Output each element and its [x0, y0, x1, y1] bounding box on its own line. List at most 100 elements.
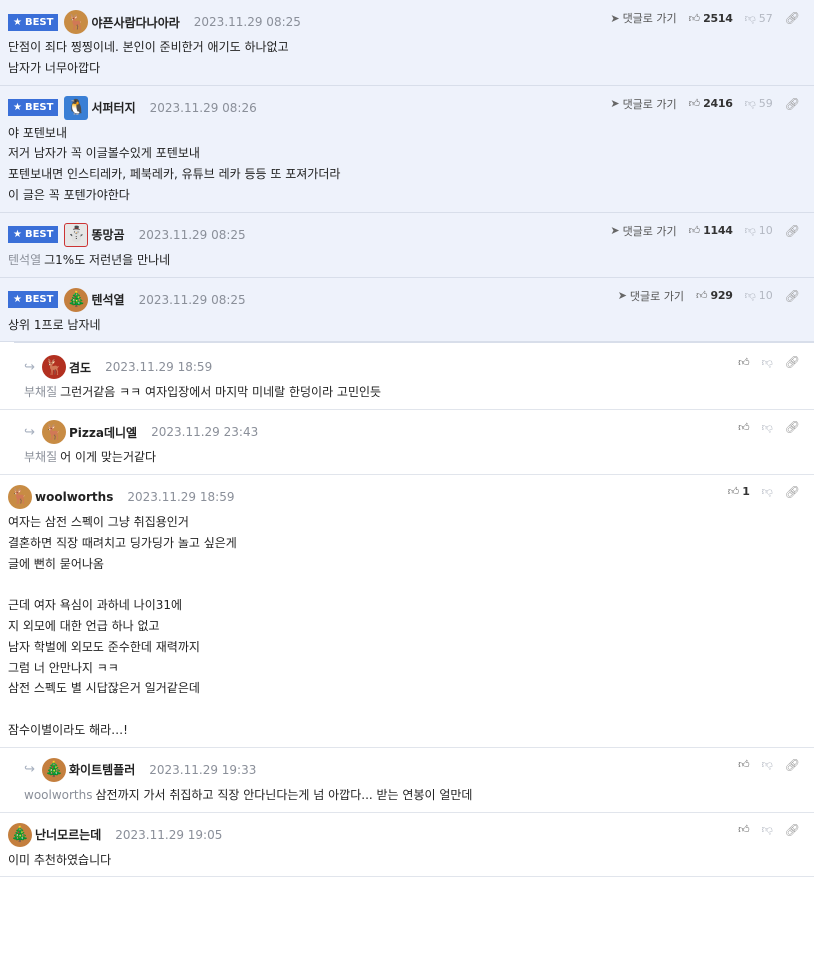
copy-link-button[interactable]: 🔗︎	[785, 823, 800, 837]
dislike-button[interactable]: 👎︎ 10	[745, 289, 773, 302]
like-button[interactable]: 👍︎ 1144	[689, 224, 733, 237]
like-button[interactable]: 👍︎	[738, 421, 750, 434]
mention[interactable]: woolworths	[24, 788, 92, 802]
copy-link-button[interactable]: 🔗︎	[785, 355, 800, 369]
avatar[interactable]: 🦌	[64, 10, 89, 34]
copy-link-button[interactable]: 🔗︎	[785, 420, 800, 434]
dislike-button[interactable]: 👎︎	[762, 823, 773, 836]
dislike-button[interactable]: 👎︎ 57	[745, 12, 773, 25]
comment-actions: ➤ 댓글로 가기 👍︎ 2514 👎︎ 57 🔗︎	[598, 10, 800, 26]
comment-line: 포텐보내면 인스티레카, 페북레카, 유튜브 레카 등등 또 포져가더라	[8, 164, 806, 185]
like-button[interactable]: 👍︎ 1	[728, 485, 750, 498]
comment-actions: 👍︎ 👎︎ 🔗︎	[726, 355, 800, 369]
comment-actions: 👍︎ 👎︎ 🔗︎	[726, 758, 800, 772]
avatar[interactable]: 🎄	[8, 822, 32, 847]
comment-actions: ➤ 댓글로 가기 👍︎ 2416 👎︎ 59 🔗︎	[598, 96, 800, 112]
mention[interactable]: 텐석열	[8, 253, 41, 267]
avatar[interactable]: 🦌	[42, 420, 66, 445]
nickname[interactable]: woolworths	[35, 490, 113, 504]
goto-comment-button[interactable]: ➤ 댓글로 가기	[610, 223, 676, 239]
comment-line: 결혼하면 직장 때려치고 딩가딩가 놀고 싶은게	[8, 533, 806, 554]
reply-comment: ↪ 🎄 화이트템플러 2023.11.29 19:33 👍︎ 👎︎ 🔗︎ woolworths…	[0, 748, 814, 813]
comment-meta: ↪ 🦌 겸도 2023.11.29 18:59	[24, 353, 806, 381]
reply-arrow-icon: ↪	[24, 359, 35, 375]
like-button[interactable]: 👍︎	[738, 356, 750, 369]
avatar[interactable]: 🐧	[64, 95, 89, 120]
comment-text: 어 이게 맞는거같다	[60, 450, 157, 465]
comment-line: 부채질 그런거같음 ㅋㅋ 여자입장에서 마지막 미네랄 한덩이라 고민인듯	[24, 382, 806, 403]
comment-line	[8, 699, 806, 720]
link-icon: 🔗︎	[784, 96, 800, 111]
comment-actions: 👍︎ 1 👎︎ 🔗︎	[716, 485, 800, 499]
comment-text: 여자는 삼전 스펙이 그냥 취집용인거	[8, 514, 189, 529]
comment-body: woolworths 삼전까지 가서 취집하고 직장 안다닌다는게 넘 아깝다..…	[24, 784, 806, 806]
link-icon: 🔗︎	[784, 822, 800, 837]
comment-line: 그럼 너 안만나지 ㅋㅋ	[8, 658, 806, 679]
comment-actions: 👍︎ 👎︎ 🔗︎	[726, 823, 800, 837]
link-icon: 🔗︎	[784, 484, 800, 499]
dislike-button[interactable]: 👎︎ 59	[745, 97, 773, 110]
goto-comment-button[interactable]: ➤ 댓글로 가기	[618, 288, 684, 304]
mention[interactable]: 부채질	[24, 450, 57, 464]
comment-text: 삼전까지 가서 취집하고 직장 안다닌다는게 넘 아깝다... 받는 연봉이 얼…	[95, 787, 473, 802]
comment-text: 남자가 너무아깝다	[8, 60, 101, 75]
dislike-button[interactable]: 👎︎	[762, 485, 773, 498]
nickname[interactable]: 야픈사람다나아라	[91, 14, 179, 31]
like-count: 2514	[703, 11, 733, 25]
nickname[interactable]: Pizza데니엘	[69, 424, 137, 441]
avatar[interactable]: ⛄	[64, 222, 89, 247]
thumbs-down-icon: 👎︎	[744, 11, 756, 25]
comment: 🦌 woolworths 2023.11.29 18:59 👍︎ 1 👎︎ 🔗︎ 여자는 삼전…	[0, 475, 814, 748]
comment-meta: ↪ 🦌 Pizza데니엘 2023.11.29 23:43	[24, 418, 806, 446]
comment-meta: ↪ 🎄 화이트템플러 2023.11.29 19:33	[24, 756, 806, 784]
copy-link-button[interactable]: 🔗︎	[785, 485, 800, 499]
like-button[interactable]: 👍︎ 2416	[689, 97, 733, 110]
like-button[interactable]: 👍︎ 2514	[689, 12, 733, 25]
comment-body: 텐석열 그1%도 저런년을 만나네	[8, 249, 806, 271]
comment-body: 부채질 어 이게 맞는거같다	[24, 446, 806, 468]
like-count: 1144	[703, 224, 733, 238]
like-button[interactable]: 👍︎	[738, 758, 750, 771]
timestamp: 2023.11.29 18:59	[105, 360, 213, 375]
comment-line: 남자가 너무아깝다	[8, 58, 806, 79]
comment: 🎄 난너모르는데 2023.11.29 19:05 👍︎ 👎︎ 🔗︎ 이미 추천하였습니다	[0, 813, 814, 878]
copy-link-button[interactable]: 🔗︎	[785, 758, 800, 772]
dislike-button[interactable]: 👎︎	[762, 758, 773, 771]
comment-line: 삼전 스펙도 별 시답잖은거 일거같은데	[8, 678, 806, 699]
copy-link-button[interactable]: 🔗︎	[785, 289, 800, 303]
copy-link-button[interactable]: 🔗︎	[785, 11, 800, 25]
comment-line: 텐석열 그1%도 저런년을 만나네	[8, 250, 806, 271]
dislike-button[interactable]: 👎︎	[762, 421, 773, 434]
best-badge: ★ BEST	[8, 226, 59, 244]
thumbs-down-icon: 👎︎	[761, 485, 773, 499]
goto-label: 댓글로 가기	[622, 12, 677, 25]
dislike-button[interactable]: 👎︎	[762, 356, 773, 369]
comment-text: 저거 남자가 꼭 이글볼수있게 포텐보내	[8, 146, 200, 161]
goto-comment-button[interactable]: ➤ 댓글로 가기	[610, 10, 676, 26]
dislike-button[interactable]: 👎︎ 10	[745, 224, 773, 237]
timestamp: 2023.11.29 08:25	[193, 15, 301, 29]
nickname[interactable]: 화이트템플러	[69, 761, 135, 778]
comment-line: woolworths 삼전까지 가서 취집하고 직장 안다닌다는게 넘 아깝다..…	[24, 785, 806, 806]
copy-link-button[interactable]: 🔗︎	[785, 224, 800, 238]
comment-body: 야 포텐보내 저거 남자가 꼭 이글볼수있게 포텐보내 포텐보내면 인스티레카, 페…	[8, 122, 806, 206]
comment-line: 부채질 어 이게 맞는거같다	[24, 447, 806, 468]
like-button[interactable]: 👍︎	[738, 823, 750, 836]
avatar[interactable]: 🦌	[42, 355, 66, 380]
best-label: BEST	[24, 229, 54, 241]
nickname[interactable]: 텐석열	[91, 291, 124, 308]
copy-link-button[interactable]: 🔗︎	[785, 97, 800, 111]
thumbs-up-icon: 👍︎	[738, 355, 750, 369]
timestamp: 2023.11.29 19:05	[115, 827, 223, 842]
like-button[interactable]: 👍︎ 929	[696, 289, 733, 302]
goto-label: 댓글로 가기	[622, 97, 677, 111]
nickname[interactable]: 서퍼터지	[91, 99, 135, 116]
avatar[interactable]: 🎄	[64, 287, 89, 312]
avatar[interactable]: 🦌	[8, 484, 32, 509]
nickname[interactable]: 겸도	[69, 359, 91, 376]
avatar[interactable]: 🎄	[42, 757, 66, 782]
nickname[interactable]: 똥망곰	[91, 226, 124, 243]
nickname[interactable]: 난너모르는데	[35, 826, 101, 843]
mention[interactable]: 부채질	[24, 385, 57, 399]
goto-comment-button[interactable]: ➤ 댓글로 가기	[610, 96, 676, 112]
